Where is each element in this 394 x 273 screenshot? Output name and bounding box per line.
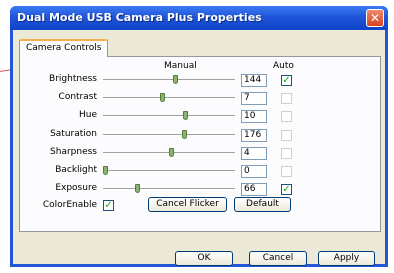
contrast-slider[interactable] <box>103 97 235 99</box>
colorenable-checkbox[interactable]: ✓ <box>103 200 114 211</box>
cancel-button[interactable]: Cancel <box>249 251 307 266</box>
contrast-value-field[interactable]: 7 <box>241 92 267 105</box>
hue-slider-thumb[interactable] <box>183 111 188 120</box>
auto-header: Auto <box>273 61 294 71</box>
default-button[interactable]: Default <box>234 197 291 212</box>
title-bar: Dual Mode USB Camera Plus Properties ✕ <box>10 6 388 30</box>
sharpness-auto-checkbox[interactable] <box>281 148 292 159</box>
brightness-auto-checkbox[interactable]: ✓ <box>281 75 292 86</box>
properties-dialog: Dual Mode USB Camera Plus Properties ✕ C… <box>10 6 388 267</box>
contrast-label: Contrast <box>58 92 97 102</box>
close-button[interactable]: ✕ <box>366 9 384 27</box>
backlight-value-field[interactable]: 0 <box>241 165 267 178</box>
hue-label: Hue <box>78 110 97 120</box>
apply-button[interactable]: Apply <box>318 251 375 266</box>
saturation-slider-thumb[interactable] <box>182 130 187 139</box>
saturation-auto-checkbox[interactable] <box>281 130 292 141</box>
camera-controls-panel: Manual Auto Brightness 144 ✓ Contrast 7 Hue 10… <box>19 56 381 232</box>
brightness-label: Brightness <box>49 74 97 84</box>
brightness-slider-thumb[interactable] <box>173 75 178 84</box>
cancel-flicker-button[interactable]: Cancel Flicker <box>148 197 227 212</box>
hue-auto-checkbox[interactable] <box>281 111 292 122</box>
sharpness-label: Sharpness <box>50 147 97 157</box>
exposure-auto-checkbox[interactable]: ✓ <box>281 184 292 195</box>
hue-value-field[interactable]: 10 <box>241 110 267 123</box>
colorenable-label: ColorEnable <box>42 200 97 210</box>
backlight-auto-checkbox[interactable] <box>281 166 292 177</box>
backlight-slider[interactable] <box>103 170 235 172</box>
tab-camera-controls[interactable]: Camera Controls <box>19 39 109 57</box>
contrast-auto-checkbox[interactable] <box>281 93 292 104</box>
sharpness-value-field[interactable]: 4 <box>241 147 267 160</box>
saturation-slider[interactable] <box>103 134 235 136</box>
ok-button[interactable]: OK <box>175 251 233 266</box>
saturation-label: Saturation <box>50 129 97 139</box>
brightness-slider[interactable] <box>103 79 235 81</box>
backlight-slider-thumb[interactable] <box>103 166 108 175</box>
brightness-value-field[interactable]: 144 <box>241 74 267 87</box>
dialog-client-area: Camera Controls Manual Auto Brightness 14… <box>13 30 385 266</box>
window-title: Dual Mode USB Camera Plus Properties <box>17 11 262 24</box>
backlight-label: Backlight <box>55 165 97 175</box>
exposure-slider-thumb[interactable] <box>135 184 140 193</box>
hue-slider[interactable] <box>103 115 235 117</box>
saturation-value-field[interactable]: 176 <box>241 129 267 142</box>
manual-header: Manual <box>164 61 197 71</box>
exposure-slider[interactable] <box>103 188 235 190</box>
contrast-slider-thumb[interactable] <box>160 93 165 102</box>
exposure-value-field[interactable]: 66 <box>241 183 267 196</box>
sharpness-slider-thumb[interactable] <box>169 148 174 157</box>
exposure-label: Exposure <box>55 183 97 193</box>
